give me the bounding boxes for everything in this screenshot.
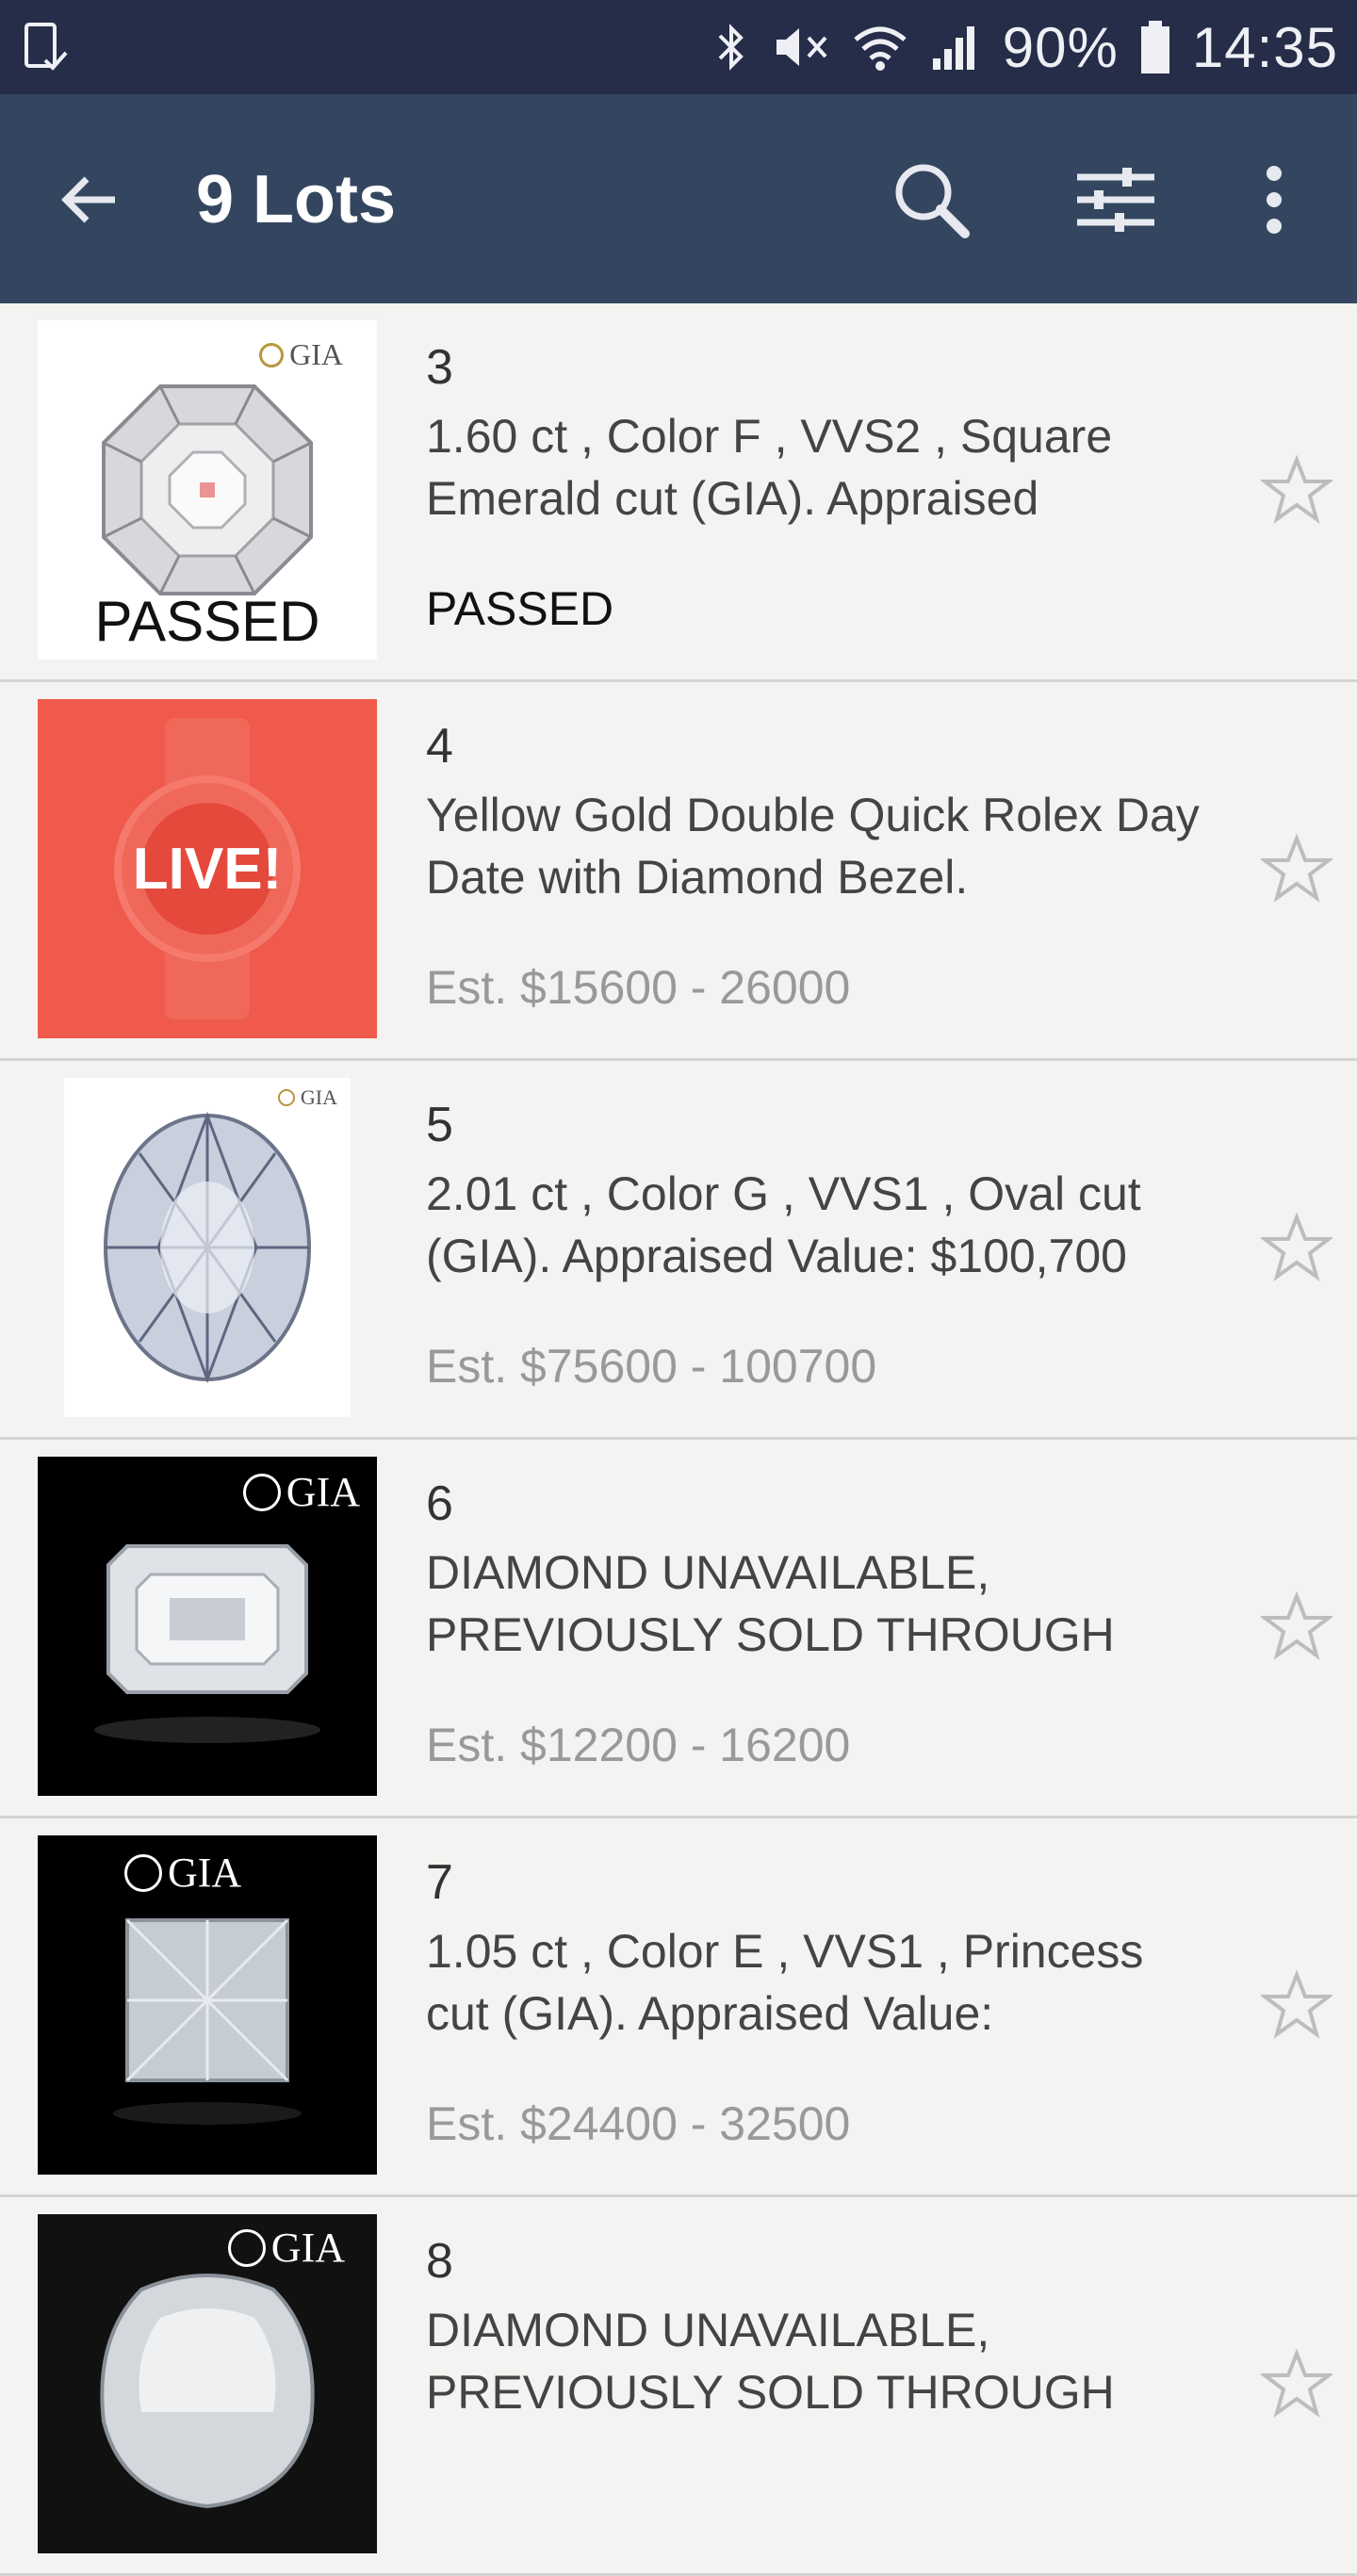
lot-list: GIA PASSED 3 1.60 ct , Color F , VVS2 , … (0, 303, 1357, 2576)
lot-description: DIAMOND UNAVAILABLE, PREVIOUSLY SOLD THR… (426, 2304, 1115, 2419)
screenshot-icon (23, 21, 72, 78)
favorite-star-icon[interactable] (1259, 454, 1334, 526)
lot-thumbnail[interactable]: GIA (38, 2214, 377, 2553)
lot-estimate: Est. $75600 - 100700 (426, 1340, 877, 1393)
favorite-star-icon[interactable] (1259, 833, 1334, 905)
clock: 14:35 (1191, 15, 1338, 79)
mute-icon (771, 21, 831, 73)
live-badge: LIVE! (132, 837, 283, 902)
favorite-star-icon[interactable] (1259, 1212, 1334, 1283)
wifi-icon (852, 21, 908, 73)
favorite-star-icon[interactable] (1259, 1590, 1334, 1662)
lot-number: 3 (426, 340, 453, 395)
lot-thumbnail[interactable]: GIA PASSED (38, 320, 377, 660)
lot-thumbnail[interactable]: LIVE! (38, 699, 377, 1038)
lot-estimate: Est. $24400 - 32500 (426, 2097, 851, 2150)
gia-logo: GIA (277, 1085, 337, 1110)
favorite-star-icon[interactable] (1259, 1969, 1334, 2041)
lot-description: DIAMOND UNAVAILABLE, PREVIOUSLY SOLD THR… (426, 1546, 1115, 1661)
lot-number: 4 (426, 719, 453, 774)
app-bar: 9 Lots (0, 94, 1357, 303)
lot-description: 1.05 ct , Color E , VVS1 , Princess cut … (426, 1925, 1144, 2040)
bluetooth-icon (712, 21, 750, 73)
battery-icon (1139, 19, 1171, 75)
back-arrow-icon[interactable] (53, 162, 128, 237)
lot-status: PASSED (426, 582, 614, 635)
lot-row[interactable]: GIA 7 1.05 ct , Color E , VVS1 , Princes… (0, 1818, 1357, 2197)
gia-logo: GIA (259, 337, 343, 372)
oval-diamond-image (104, 1111, 311, 1384)
lot-thumbnail[interactable]: GIA (38, 1457, 377, 1796)
lot-number: 6 (426, 1476, 453, 1531)
filter-icon[interactable] (1071, 155, 1161, 245)
more-icon[interactable] (1229, 155, 1319, 245)
lot-estimate: Est. $15600 - 26000 (426, 961, 851, 1014)
lot-row[interactable]: GIA 5 2.01 ct , Color G , VVS1 , Oval cu… (0, 1061, 1357, 1440)
lot-number: 7 (426, 1855, 453, 1910)
search-icon[interactable] (886, 155, 976, 245)
status-bar: 90% 14:35 (0, 0, 1357, 94)
signal-icon (929, 21, 982, 73)
page-title: 9 Lots (196, 162, 397, 237)
lot-estimate: Est. $12200 - 16200 (426, 1719, 851, 1771)
lot-number: 5 (426, 1098, 453, 1152)
gia-logo: GIA (242, 1468, 360, 1516)
lot-description: Yellow Gold Double Quick Rolex Day Date … (426, 789, 1200, 904)
lot-row[interactable]: GIA 8 DIAMOND UNAVAILABLE, PREVIOUSLY SO… (0, 2197, 1357, 2576)
lot-row[interactable]: LIVE! 4 Yellow Gold Double Quick Rolex D… (0, 682, 1357, 1061)
lot-description: 2.01 ct , Color G , VVS1 , Oval cut (GIA… (426, 1167, 1141, 1282)
lot-thumbnail[interactable]: GIA (38, 1835, 377, 2175)
lot-description: 1.60 ct , Color F , VVS2 , Square Emeral… (426, 410, 1113, 525)
gia-logo: GIA (227, 2224, 345, 2272)
favorite-star-icon[interactable] (1259, 2348, 1334, 2420)
passed-overlay: PASSED (94, 590, 320, 653)
gia-logo: GIA (124, 1849, 241, 1897)
lot-row[interactable]: GIA 6 DIAMOND UNAVAILABLE, PREVIOUSLY SO… (0, 1440, 1357, 1818)
lot-number: 8 (426, 2234, 453, 2289)
lot-row[interactable]: GIA PASSED 3 1.60 ct , Color F , VVS2 , … (0, 303, 1357, 682)
lot-thumbnail[interactable]: GIA (64, 1078, 351, 1417)
battery-percent: 90% (1002, 15, 1119, 79)
